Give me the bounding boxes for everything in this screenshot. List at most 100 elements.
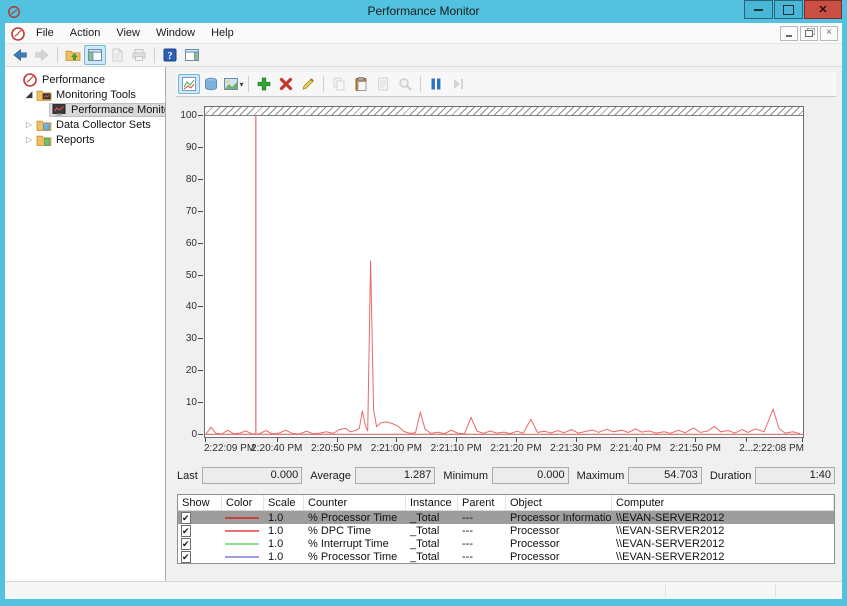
expand-arrow-icon[interactable]: ▷ [23,135,35,144]
menu-item-help[interactable]: Help [203,25,242,41]
cell-parent: --- [458,551,506,563]
table-header-row: ShowColorScaleCounterInstanceParentObjec… [178,495,834,511]
column-header-object[interactable]: Object [506,495,612,510]
tree-item-performance-monitor[interactable]: Performance Monitor [5,102,165,117]
view-current-activity-button[interactable] [178,74,200,94]
show-checkbox[interactable]: ✔ [181,525,191,537]
export-list-button[interactable] [106,45,128,65]
highlight-button[interactable] [297,74,319,94]
window-controls: ✕ [744,0,842,19]
cell-instance: _Total [406,512,458,524]
table-row[interactable]: ✔1.0% Processor Time_Total---Processor I… [178,511,834,524]
column-header-parent[interactable]: Parent [458,495,506,510]
table-row[interactable]: ✔1.0% Interrupt Time_Total---Processor\\… [178,537,834,550]
stat-last: Last0.000 [177,467,302,484]
title-bar[interactable]: Performance Monitor ✕ [0,0,847,23]
y-axis-tick [198,179,203,180]
cell-parent: --- [458,512,506,524]
action-pane-toggle[interactable] [181,45,203,65]
y-axis-tick-label: 10 [176,397,197,408]
status-divider [775,584,776,597]
tree-item-data-collector-sets[interactable]: ▷Data Collector Sets [5,117,165,132]
menu-item-window[interactable]: Window [148,25,203,41]
zoom-button[interactable] [394,74,416,94]
table-row[interactable]: ✔1.0% DPC Time_Total---Processor\\EVAN-S… [178,524,834,537]
tree-item-reports[interactable]: ▷Reports [5,132,165,147]
delete-counter-button[interactable] [275,74,297,94]
x-axis-tick-label: 2:22:08 PM [753,443,804,454]
column-header-counter[interactable]: Counter [304,495,406,510]
stat-minimum: Minimum0.000 [443,467,568,484]
mdi-minimize-button[interactable] [780,26,798,41]
column-header-scale[interactable]: Scale [264,495,304,510]
tree-item-label: Performance Monitor [71,104,165,116]
properties-gray-icon [375,76,391,92]
mdi-restore-button[interactable] [800,26,818,41]
y-axis-tick [198,243,203,244]
folder-monitor-icon [36,87,52,103]
tree-item-performance[interactable]: Performance [5,72,165,87]
freeze-display-button[interactable] [425,74,447,94]
menu-item-file[interactable]: File [28,25,62,41]
stat-label: Maximum [577,470,625,482]
add-counter-button[interactable] [253,74,275,94]
copy-properties-button[interactable] [328,74,350,94]
column-header-color[interactable]: Color [222,495,264,510]
tree-item-label: Performance [42,74,105,86]
view-log-data-button[interactable] [200,74,222,94]
close-button[interactable]: ✕ [804,0,842,19]
cell-instance: _Total [406,551,458,563]
perfmon-menu-icon [10,26,24,40]
perfmon-logo-icon [22,72,38,88]
forward-button[interactable] [31,45,53,65]
cell-computer: \\EVAN-SERVER2012 [612,512,834,524]
mdi-close-button[interactable]: × [820,26,838,41]
paste-counter-list-button[interactable] [350,74,372,94]
y-axis-tick-label: 30 [176,333,197,344]
change-graph-type-button[interactable]: ▾ [222,74,244,94]
tree-item-monitoring-tools[interactable]: ◢Monitoring Tools [5,87,165,102]
console-tree-toggle[interactable] [84,45,106,65]
y-axis-tick [198,306,203,307]
x-axis-tick [516,438,517,442]
stat-value: 1:40 [755,467,835,484]
show-checkbox[interactable]: ✔ [181,538,191,550]
stat-value: 54.703 [628,467,702,484]
x-axis-tick-label: 2:21:10 PM [431,443,482,454]
maximize-button[interactable] [774,0,803,19]
counter-color-swatch [225,517,259,519]
cell-computer: \\EVAN-SERVER2012 [612,551,834,563]
stat-label: Last [177,470,198,482]
properties-button[interactable] [372,74,394,94]
print-button[interactable] [128,45,150,65]
minimize-button[interactable] [744,0,773,19]
y-axis-tick [198,115,203,116]
y-axis-tick [198,275,203,276]
table-row[interactable]: ✔1.0% Processor Time_Total---Processor\\… [178,550,834,563]
collapse-arrow-icon[interactable]: ◢ [23,89,35,100]
expand-arrow-icon[interactable]: ▷ [23,120,35,129]
folder-report-icon [36,132,52,148]
menu-item-view[interactable]: View [108,25,148,41]
show-checkbox[interactable]: ✔ [181,512,191,524]
pencil-icon [300,76,316,92]
up-one-level-button[interactable] [62,45,84,65]
svg-text:?: ? [168,51,173,62]
document-gray-icon [109,47,125,63]
show-checkbox[interactable]: ✔ [181,551,191,563]
menu-item-action[interactable]: Action [62,25,109,41]
cell-parent: --- [458,538,506,550]
cell-counter: % DPC Time [304,525,406,537]
y-axis-tick [198,147,203,148]
printer-gray-icon [131,47,147,63]
graph-series-canvas [205,107,803,437]
help-button[interactable]: ? [159,45,181,65]
stat-label: Average [310,470,351,482]
back-button[interactable] [9,45,31,65]
column-header-instance[interactable]: Instance [406,495,458,510]
column-header-show[interactable]: Show [178,495,222,510]
y-axis-tick-label: 70 [176,206,197,217]
cell-object: Processor [506,551,612,563]
update-data-button[interactable] [447,74,469,94]
column-header-computer[interactable]: Computer [612,495,834,510]
